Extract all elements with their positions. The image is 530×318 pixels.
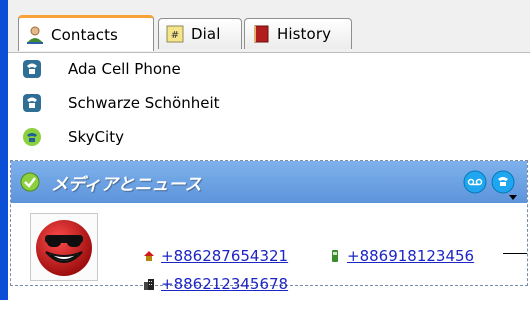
phone-home[interactable]: +886287654321 [143, 247, 288, 265]
phone-office[interactable]: +886212345678 [143, 275, 288, 293]
phone-mobile[interactable]: +886918123456 [329, 247, 474, 265]
online-check-icon [19, 171, 41, 193]
contact-list: Ada Cell Phone Schwarze Schönheit SkyCit… [8, 52, 530, 154]
skype-online-icon [22, 127, 42, 147]
contact-row-schwarze-schoenheit[interactable]: Schwarze Schönheit [8, 86, 530, 120]
dialpad-icon: # [165, 24, 185, 44]
contact-name: Schwarze Schönheit [68, 94, 220, 112]
tab-contacts-label: Contacts [51, 25, 118, 44]
contact-avatar [30, 213, 98, 281]
contacts-icon [25, 25, 45, 45]
contact-row-skycity[interactable]: SkyCity [8, 120, 530, 154]
contact-name: Ada Cell Phone [68, 60, 181, 78]
divider-line [503, 253, 527, 254]
tab-dial-label: Dial [191, 25, 221, 43]
contact-row-ada-cell-phone[interactable]: Ada Cell Phone [8, 52, 530, 86]
tab-history-label: History [277, 25, 332, 43]
tab-dial[interactable]: # Dial [158, 18, 242, 49]
phone-office-link[interactable]: +886212345678 [161, 275, 288, 293]
call-button[interactable] [491, 170, 515, 194]
voicemail-icon [463, 170, 487, 194]
selected-contact-header: メディアとニュース [11, 161, 527, 203]
phone-mobile-link[interactable]: +886918123456 [347, 247, 474, 265]
selected-contact-card[interactable]: メディアとニュース +886287654321 +886918123456 +8… [10, 160, 528, 293]
call-phone-icon [491, 170, 515, 194]
selected-contact-name: メディアとニュース [51, 175, 202, 195]
tab-history[interactable]: History [244, 18, 352, 49]
history-book-icon [251, 24, 271, 44]
office-building-icon [143, 278, 155, 290]
sunglasses-smiley-icon [36, 220, 92, 276]
voicemail-button[interactable] [463, 170, 487, 194]
contact-name: SkyCity [68, 128, 124, 146]
phone-home-link[interactable]: +886287654321 [161, 247, 288, 265]
svg-text:#: # [171, 30, 179, 41]
tab-contacts[interactable]: Contacts [18, 15, 154, 51]
mobile-phone-icon [329, 250, 341, 262]
tab-bar: Contacts # Dial History [8, 0, 530, 53]
dropdown-arrow-icon[interactable] [508, 194, 518, 202]
window-left-edge [0, 0, 8, 300]
phone-contact-icon [22, 59, 42, 79]
home-icon [143, 250, 155, 262]
phone-contact-icon [22, 93, 42, 113]
